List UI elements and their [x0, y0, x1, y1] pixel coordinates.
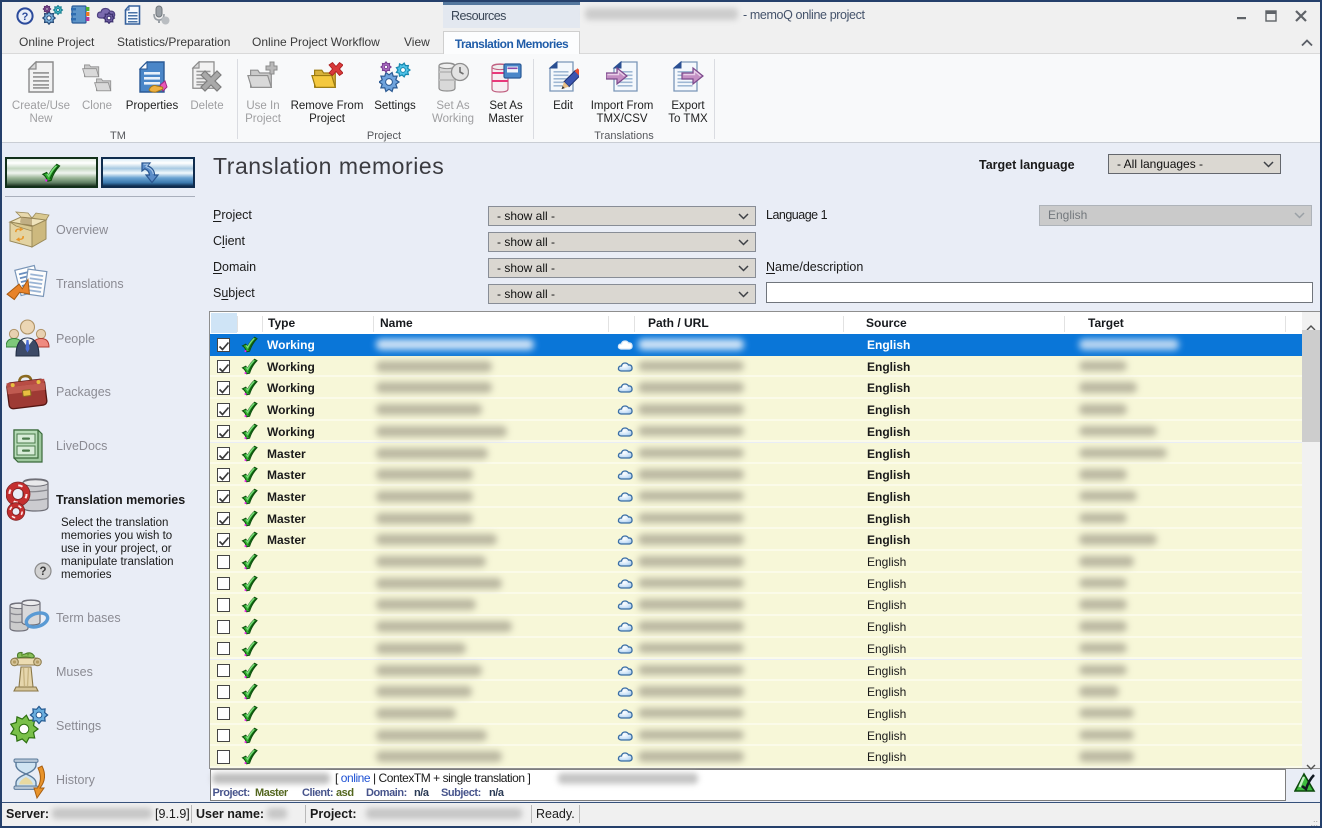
svg-text:?: ? [22, 11, 29, 23]
svg-text:?: ? [39, 566, 46, 578]
